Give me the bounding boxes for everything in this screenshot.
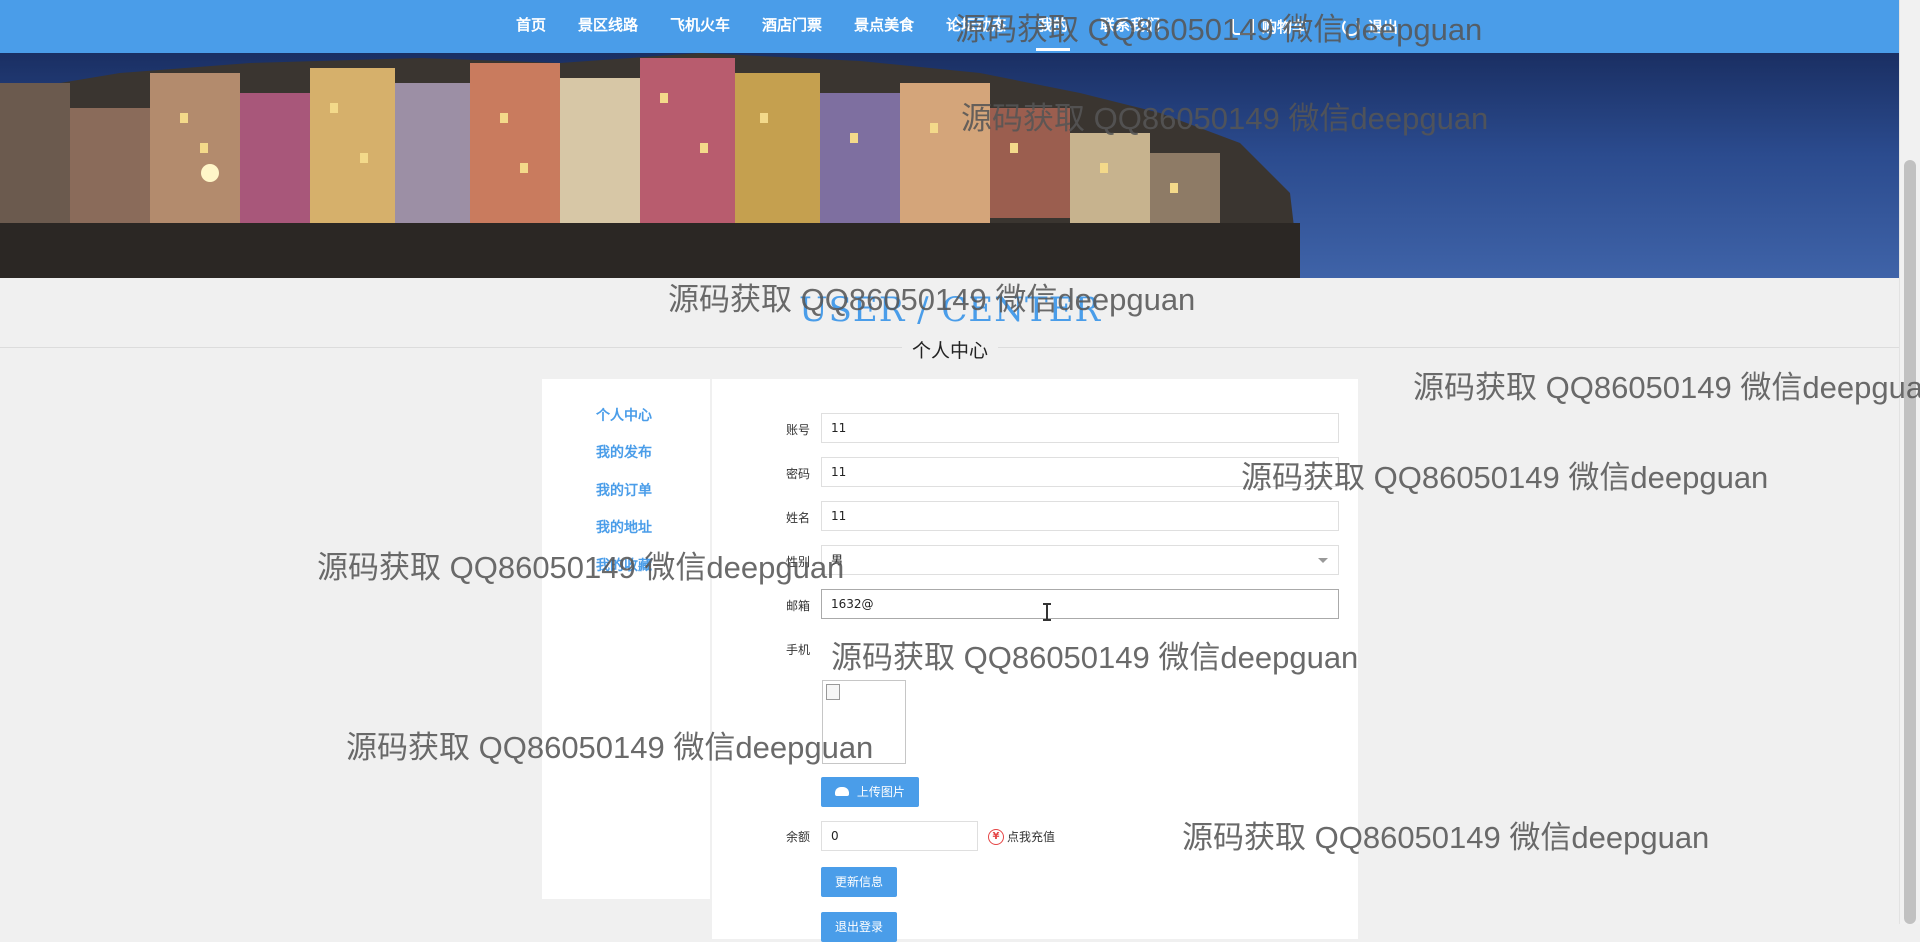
upload-image-button-label: 上传图片 [856,785,905,799]
recharge-link[interactable]: ¥ 点我充值 [988,828,1055,845]
logout-button[interactable]: 退出登录 [821,912,898,942]
cart-icon [1232,18,1254,35]
nav-item-forum[interactable]: 论坛动态 [930,0,1022,53]
nav-item-scenic-routes[interactable]: 景区线路 [562,0,654,53]
update-info-button[interactable]: 更新信息 [821,867,898,897]
logout-link-label: 退出 [1368,17,1399,36]
watermark-text: 源码获取 QQ86050149 微信deepguan [1413,370,1920,405]
side-item-user-center[interactable]: 个人中心 [596,405,652,425]
password-field[interactable]: 11 [821,457,1339,487]
gender-select[interactable]: 男 [821,545,1339,575]
top-navigation: 首页 景区线路 飞机火车 酒店门票 景点美食 论坛动态 我的 联系我们 购物车 … [0,0,1900,53]
recharge-link-label: 点我充值 [1007,830,1056,844]
nav-item-attractions-food[interactable]: 景点美食 [838,0,930,53]
banner-image [0,53,1900,278]
page-title-text: 个人中心 [901,340,998,362]
scrollbar-thumb[interactable] [1904,160,1916,924]
cart-link[interactable]: 购物车 [1232,0,1307,53]
nav-item-mine[interactable]: 我的 [1022,0,1084,53]
avatar-image [822,680,906,764]
side-item-my-favorites[interactable]: 我的收藏 [596,555,652,575]
nav-menu: 首页 景区线路 飞机火车 酒店门票 景点美食 论坛动态 我的 联系我们 [500,0,1176,53]
nav-item-flights-trains[interactable]: 飞机火车 [654,0,746,53]
page-title: 个人中心 [0,336,1900,363]
page-title-english: USER / CENTER [798,290,1102,330]
chevron-down-icon [1318,558,1328,563]
broken-image-icon [826,684,840,700]
cloud-upload-icon [835,787,849,796]
banner-town-illustration [0,53,1300,278]
nav-item-hotel-tickets[interactable]: 酒店门票 [746,0,838,53]
side-item-my-orders[interactable]: 我的订单 [596,480,652,500]
nav-item-home[interactable]: 首页 [500,0,562,53]
yen-icon: ¥ [988,828,1004,845]
power-icon [1342,17,1360,36]
page-scrollbar[interactable] [1899,0,1920,924]
cart-label: 购物车 [1262,17,1308,36]
side-item-my-posts[interactable]: 我的发布 [596,442,652,462]
phone-field[interactable] [821,633,1339,663]
side-item-my-address[interactable]: 我的地址 [596,517,652,537]
name-field[interactable]: 11 [821,501,1339,531]
gender-select-value: 男 [831,553,844,567]
balance-field[interactable]: 0 [821,821,978,851]
upload-image-button[interactable]: 上传图片 [821,777,919,807]
account-field[interactable]: 11 [821,413,1339,443]
text-cursor-icon [1043,603,1051,621]
nav-item-contact[interactable]: 联系我们 [1084,0,1176,53]
user-side-menu: 个人中心 我的发布 我的订单 我的地址 我的收藏 [542,379,710,899]
email-field[interactable]: 1632@ [821,589,1339,619]
logout-link[interactable]: 退出 [1342,0,1398,53]
